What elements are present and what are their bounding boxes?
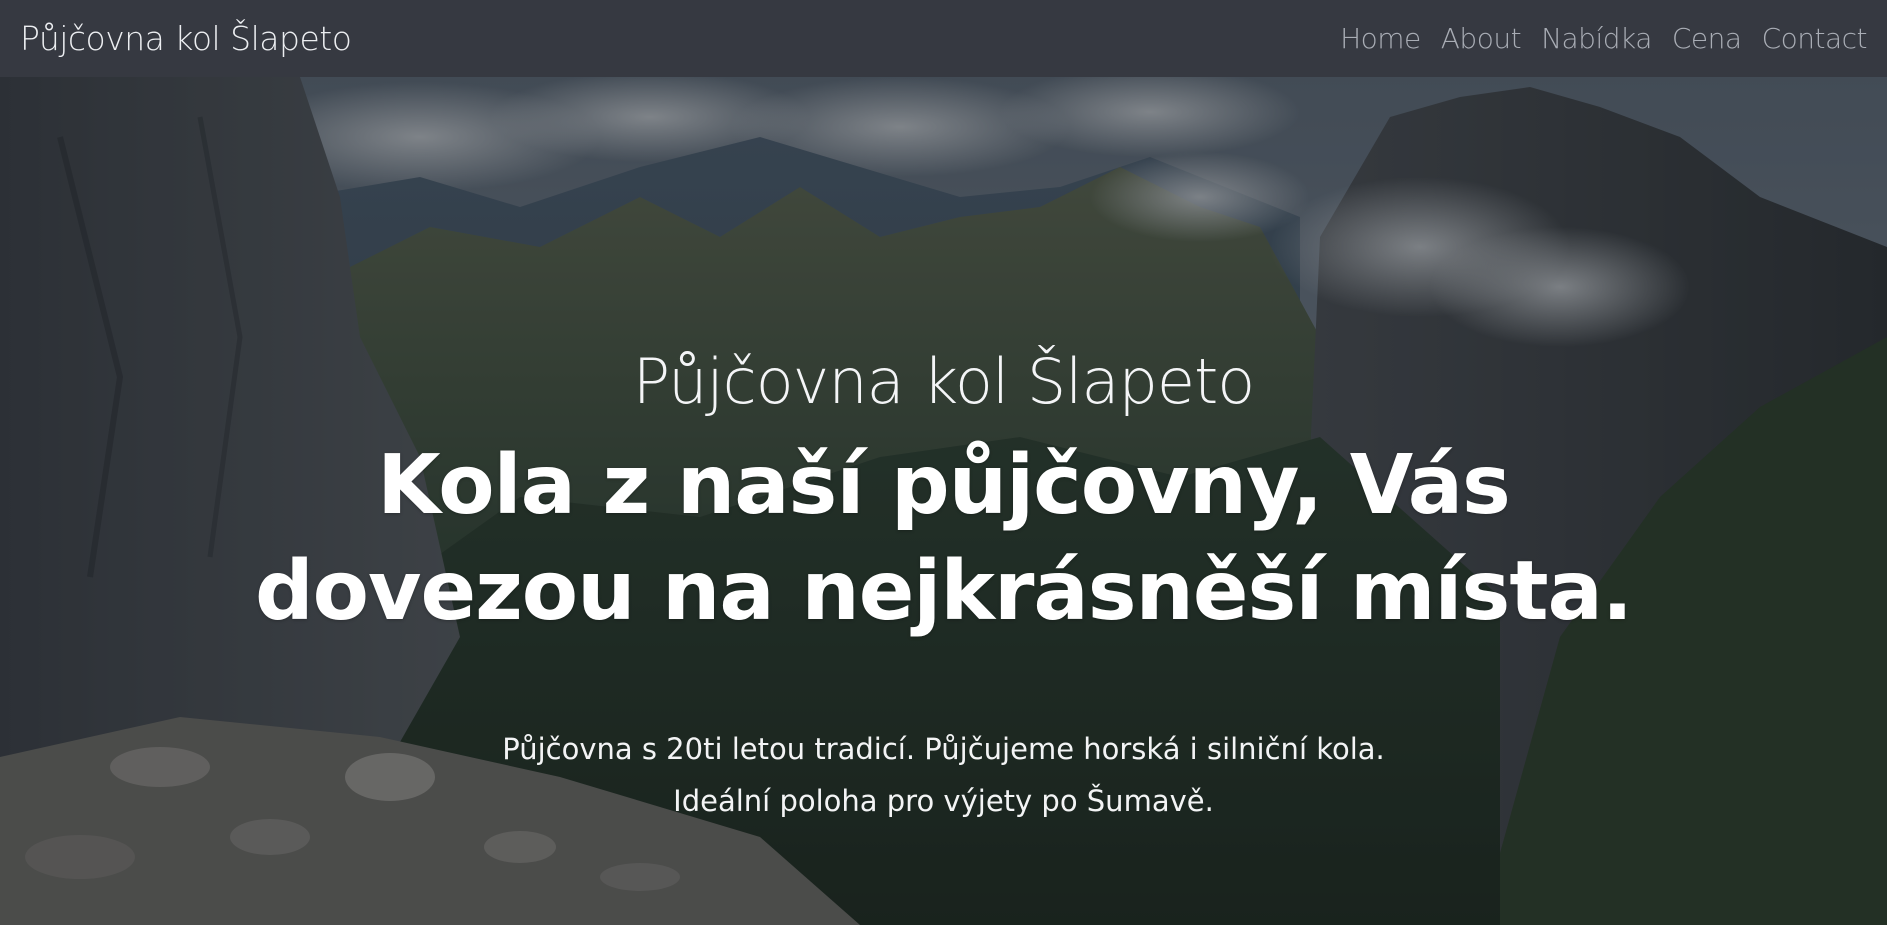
nav-link-nabidka[interactable]: Nabídka — [1541, 22, 1652, 55]
nav-link-about[interactable]: About — [1441, 22, 1522, 55]
nav-link-home[interactable]: Home — [1340, 22, 1421, 55]
hero-subtitle-line1: Půjčovna s 20ti letou tradicí. Půjčujeme… — [502, 732, 1385, 766]
nav-menu: Home About Nabídka Cena Contact — [1340, 22, 1867, 55]
hero-brand-title: Půjčovna kol Šlapeto — [632, 345, 1255, 418]
top-navbar: Půjčovna kol Šlapeto Home About Nabídka … — [0, 0, 1887, 77]
nav-link-cena[interactable]: Cena — [1672, 22, 1742, 55]
hero-subtitle-line2: Ideální poloha pro výjety po Šumavě. — [673, 784, 1214, 818]
brand-link[interactable]: Půjčovna kol Šlapeto — [20, 19, 352, 58]
hero-headline: Kola z naší půjčovny, Vás dovezou na nej… — [254, 438, 1633, 639]
hero-subtitle: Půjčovna s 20ti letou tradicí. Půjčujeme… — [0, 723, 1887, 827]
hero-section: Půjčovna kol Šlapeto Kola z naší půjčovn… — [0, 77, 1887, 925]
nav-link-contact[interactable]: Contact — [1762, 22, 1868, 55]
